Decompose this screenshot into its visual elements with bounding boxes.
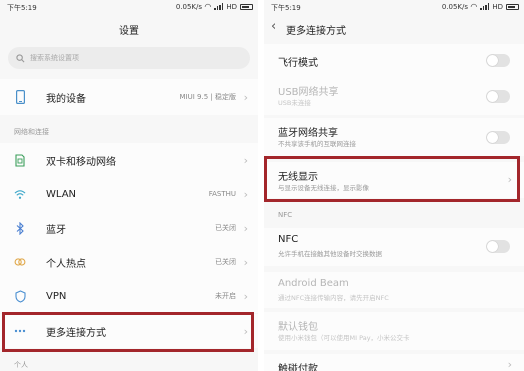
usb-tethering-toggle[interactable] <box>486 90 510 103</box>
bluetooth-tethering-toggle[interactable] <box>486 131 510 144</box>
chevron-right-icon: › <box>243 153 248 167</box>
setting-android-beam[interactable]: Android Beam 通过NFC连接传输内容，请先开启NFC <box>264 272 524 308</box>
chevron-right-icon: › <box>243 90 248 104</box>
chevron-right-icon: › <box>507 358 512 371</box>
back-arrow-icon[interactable]: ‹ <box>271 20 276 33</box>
status-time: 下午5:19 <box>7 4 37 12</box>
airplane-mode-toggle[interactable] <box>486 54 510 67</box>
wifi-status-icon: ◠ <box>204 2 212 11</box>
battery-icon <box>240 3 253 10</box>
wifi-status-icon: ◠ <box>470 2 478 11</box>
setting-title: 触碰付款 <box>278 364 318 371</box>
title-bar: 设置 <box>0 15 258 43</box>
list-item-vpn[interactable]: VPN 未开启 › <box>0 279 258 313</box>
battery-icon <box>506 3 519 10</box>
more-connections-screen: 下午5:19 0.05K/s ◠ HD ‹ 更多连接方式 飞行模式 USB网络共… <box>264 0 524 371</box>
setting-title: 蓝牙网络共享 <box>278 128 338 139</box>
settings-screen: 下午5:19 0.05K/s ◠ HD 设置 我的设备 MIUI 9.5 | 稳… <box>0 0 258 371</box>
sim-card-icon <box>14 153 26 167</box>
setting-title: NFC <box>278 234 299 245</box>
setting-subtitle: USB未连接 <box>278 99 311 107</box>
item-value: 未开启 <box>215 292 236 300</box>
vpn-icon <box>14 289 26 303</box>
chevron-right-icon: › <box>243 289 248 303</box>
chevron-right-icon: › <box>243 324 248 338</box>
list-item-dual-sim[interactable]: 双卡和移动网络 › <box>0 143 258 177</box>
my-device-item[interactable]: 我的设备 MIUI 9.5 | 稳定版 › <box>0 79 258 115</box>
wifi-icon <box>14 187 26 201</box>
my-device-version: MIUI 9.5 | 稳定版 <box>179 93 236 101</box>
chevron-right-icon: › <box>243 255 248 269</box>
item-label: 蓝牙 <box>46 224 66 236</box>
bluetooth-icon <box>14 221 26 235</box>
setting-default-wallet[interactable]: 默认钱包 使用小米钱包（可以使用MI Pay，小米公交卡 <box>264 312 524 350</box>
page-title: 更多连接方式 <box>286 26 346 37</box>
list-item-more-connections[interactable]: 更多连接方式 › <box>0 314 258 348</box>
item-label: 个人热点 <box>46 258 86 270</box>
my-device-label: 我的设备 <box>46 93 86 105</box>
list-item-wlan[interactable]: WLAN FASTHU › <box>0 177 258 211</box>
status-bar: 下午5:19 0.05K/s ◠ HD <box>264 0 524 15</box>
section-network-header: 网络和连接 <box>14 128 49 136</box>
list-item-bluetooth[interactable]: 蓝牙 已关闭 › <box>0 211 258 245</box>
setting-title: 默认钱包 <box>278 322 318 333</box>
hotspot-icon <box>14 255 26 269</box>
setting-tap-to-pay[interactable]: 触碰付款 › <box>264 354 524 371</box>
nfc-toggle[interactable] <box>486 240 510 253</box>
search-input[interactable] <box>30 54 230 62</box>
setting-nfc[interactable]: NFC 允许手机在接触其他设备时交换数据 <box>264 228 524 266</box>
setting-subtitle: 使用小米钱包（可以使用MI Pay，小米公交卡 <box>278 334 410 342</box>
network-speed: 0.05K/s <box>441 3 468 11</box>
signal-icon <box>214 3 224 10</box>
item-label: VPN <box>46 290 67 302</box>
setting-title: Android Beam <box>278 278 349 289</box>
setting-subtitle: 允许手机在接触其他设备时交换数据 <box>278 250 382 258</box>
hd-indicator: HD <box>226 2 237 11</box>
setting-airplane-mode[interactable]: 飞行模式 <box>264 44 524 77</box>
item-value: FASTHU <box>208 190 236 198</box>
item-value: 已关闭 <box>215 224 236 232</box>
search-bar[interactable] <box>8 47 250 69</box>
hd-indicator: HD <box>492 2 503 11</box>
setting-title: 飞行模式 <box>278 58 318 69</box>
item-label: 更多连接方式 <box>46 327 106 339</box>
item-label: WLAN <box>46 188 77 200</box>
chevron-right-icon: › <box>243 187 248 201</box>
item-label: 双卡和移动网络 <box>46 156 116 168</box>
item-value: 已关闭 <box>215 258 236 266</box>
list-item-hotspot[interactable]: 个人热点 已关闭 › <box>0 245 258 279</box>
setting-title: USB网络共享 <box>278 87 339 98</box>
setting-bluetooth-tethering[interactable]: 蓝牙网络共享 不共享该手机的互联网连接 <box>264 118 524 156</box>
chevron-right-icon: › <box>243 221 248 235</box>
setting-subtitle: 通过NFC连接传输内容，请先开启NFC <box>278 294 389 302</box>
phone-icon <box>14 90 26 104</box>
search-icon <box>16 53 25 62</box>
section-nfc-header: NFC <box>278 211 293 219</box>
setting-usb-tethering[interactable]: USB网络共享 USB未连接 <box>264 77 524 115</box>
status-time: 下午5:19 <box>271 4 301 12</box>
setting-subtitle: 不共享该手机的互联网连接 <box>278 140 356 148</box>
signal-icon <box>480 3 490 10</box>
status-bar: 下午5:19 0.05K/s ◠ HD <box>0 0 258 15</box>
chevron-right-icon: › <box>507 173 512 186</box>
more-icon <box>14 324 26 338</box>
page-title: 设置 <box>119 26 139 37</box>
network-speed: 0.05K/s <box>175 3 202 11</box>
setting-title: 无线显示 <box>278 172 318 183</box>
setting-subtitle: 与显示设备无线连接，显示影像 <box>278 184 369 192</box>
section-personal-header: 个人 <box>14 361 28 369</box>
title-bar: ‹ 更多连接方式 <box>264 15 524 43</box>
setting-wireless-display[interactable]: 无线显示 与显示设备无线连接，显示影像 › <box>264 162 524 198</box>
